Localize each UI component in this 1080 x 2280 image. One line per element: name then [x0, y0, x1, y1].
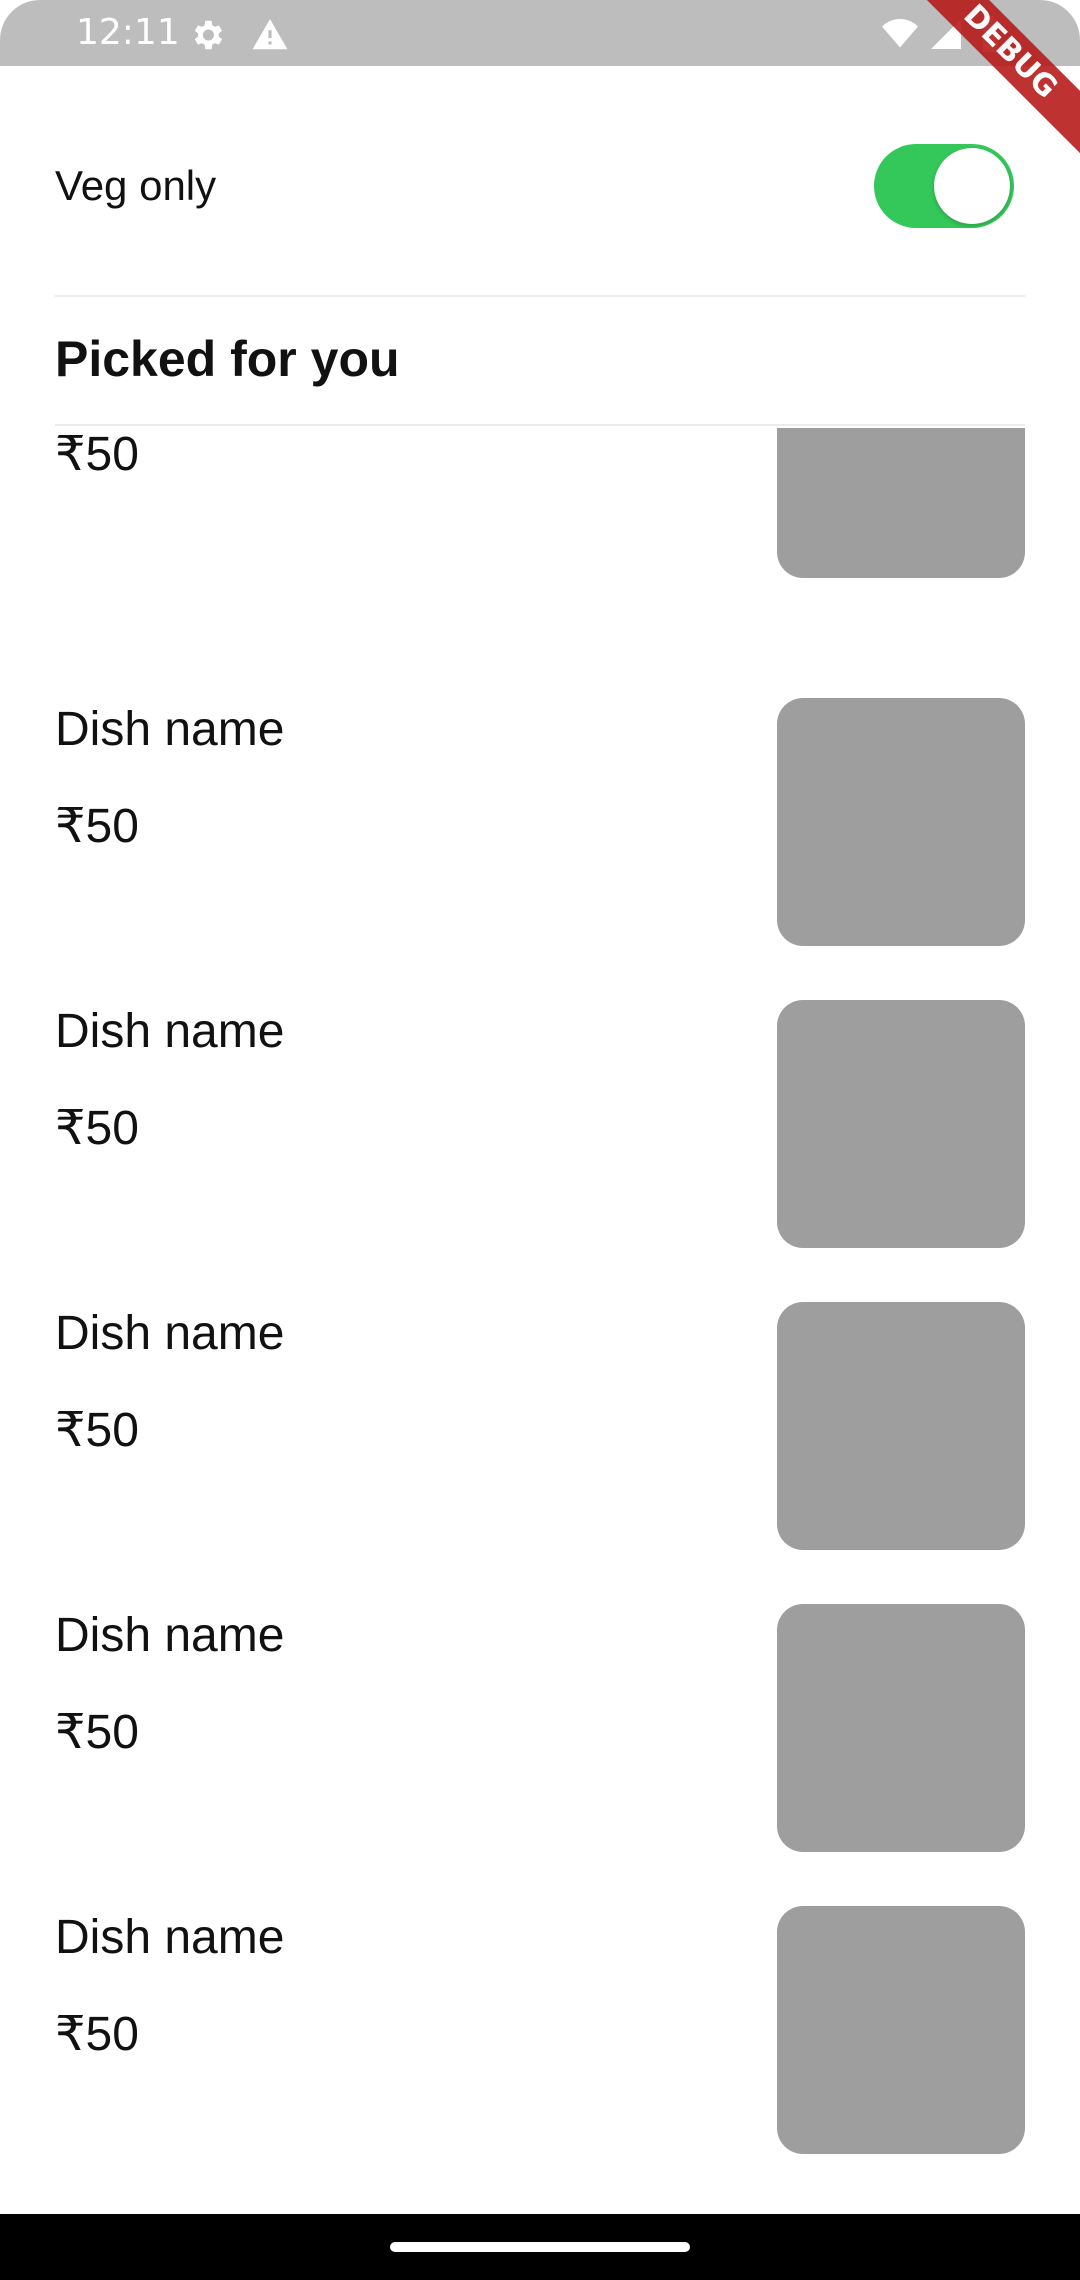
- status-bar: 12:11: [0, 0, 1080, 66]
- dish-name: Dish name: [55, 1307, 285, 1360]
- veg-only-toggle[interactable]: [874, 144, 1014, 228]
- dish-price: ₹50: [55, 428, 139, 481]
- divider: [55, 295, 1025, 297]
- dish-list[interactable]: ₹50 Dish name ₹50 Dish name ₹50 Dish nam…: [0, 428, 1080, 2214]
- dish-price: ₹50: [55, 2008, 139, 2061]
- dish-name: Dish name: [55, 1609, 285, 1662]
- list-item[interactable]: Dish name ₹50: [0, 1000, 1080, 1306]
- dish-image: [777, 428, 1025, 578]
- dish-name: Dish name: [55, 1005, 285, 1058]
- section-title: Picked for you: [55, 331, 400, 387]
- list-item[interactable]: ₹50: [0, 428, 1080, 632]
- dish-image: [777, 698, 1025, 946]
- home-gesture-handle[interactable]: [390, 2242, 690, 2252]
- list-item[interactable]: Dish name ₹50: [0, 1906, 1080, 2212]
- dish-image: [777, 1000, 1025, 1248]
- dish-image: [777, 1906, 1025, 2154]
- warning-icon: [250, 16, 290, 59]
- dish-price: ₹50: [55, 1706, 139, 1759]
- dish-price: ₹50: [55, 1102, 139, 1155]
- list-item[interactable]: Dish name ₹50: [0, 1604, 1080, 1910]
- divider: [55, 424, 1025, 426]
- dish-name: Dish name: [55, 703, 285, 756]
- settings-icon: [188, 16, 226, 59]
- dish-image: [777, 1302, 1025, 1550]
- dish-price: ₹50: [55, 800, 139, 853]
- navigation-bar: [0, 2214, 1080, 2280]
- list-item[interactable]: Dish name ₹50: [0, 698, 1080, 1004]
- dish-image: [777, 1604, 1025, 1852]
- toggle-knob: [934, 148, 1010, 224]
- status-time: 12:11: [76, 12, 180, 53]
- wifi-icon: [880, 16, 920, 57]
- list-item[interactable]: Dish name ₹50: [0, 1302, 1080, 1608]
- dish-price: ₹50: [55, 1404, 139, 1457]
- veg-only-label: Veg only: [55, 162, 217, 209]
- dish-name: Dish name: [55, 1911, 285, 1964]
